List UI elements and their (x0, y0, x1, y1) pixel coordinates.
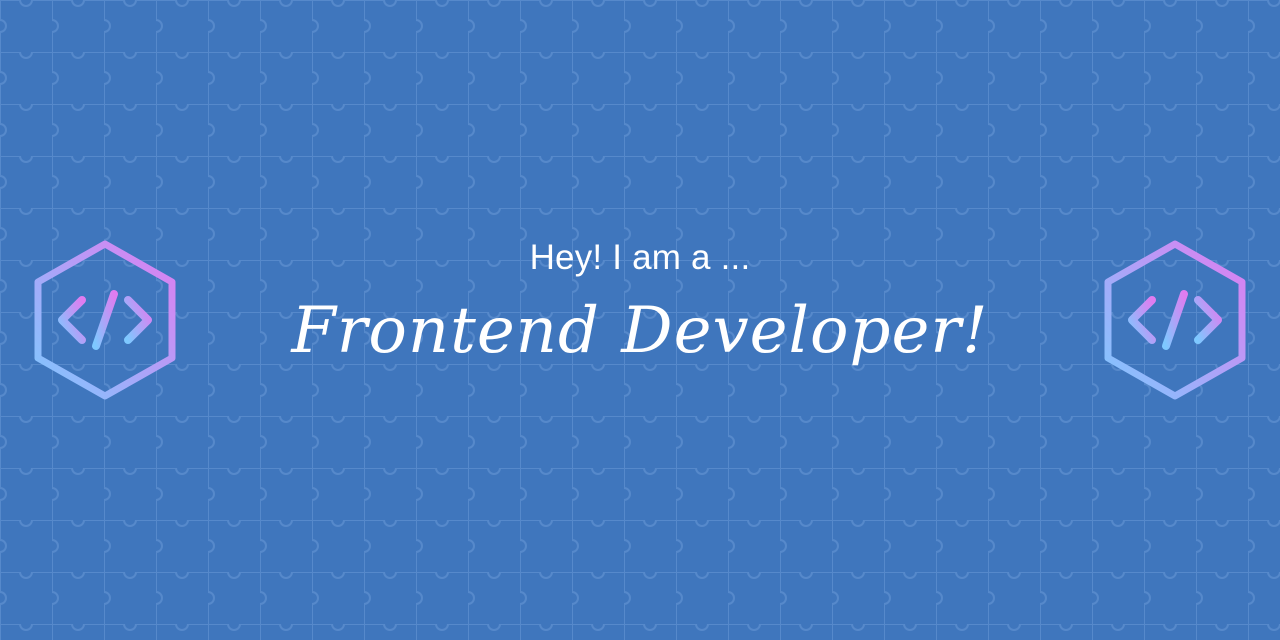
role-title: Frontend Developer! (291, 294, 989, 368)
greeting-text: Hey! I am a ... (529, 238, 751, 277)
